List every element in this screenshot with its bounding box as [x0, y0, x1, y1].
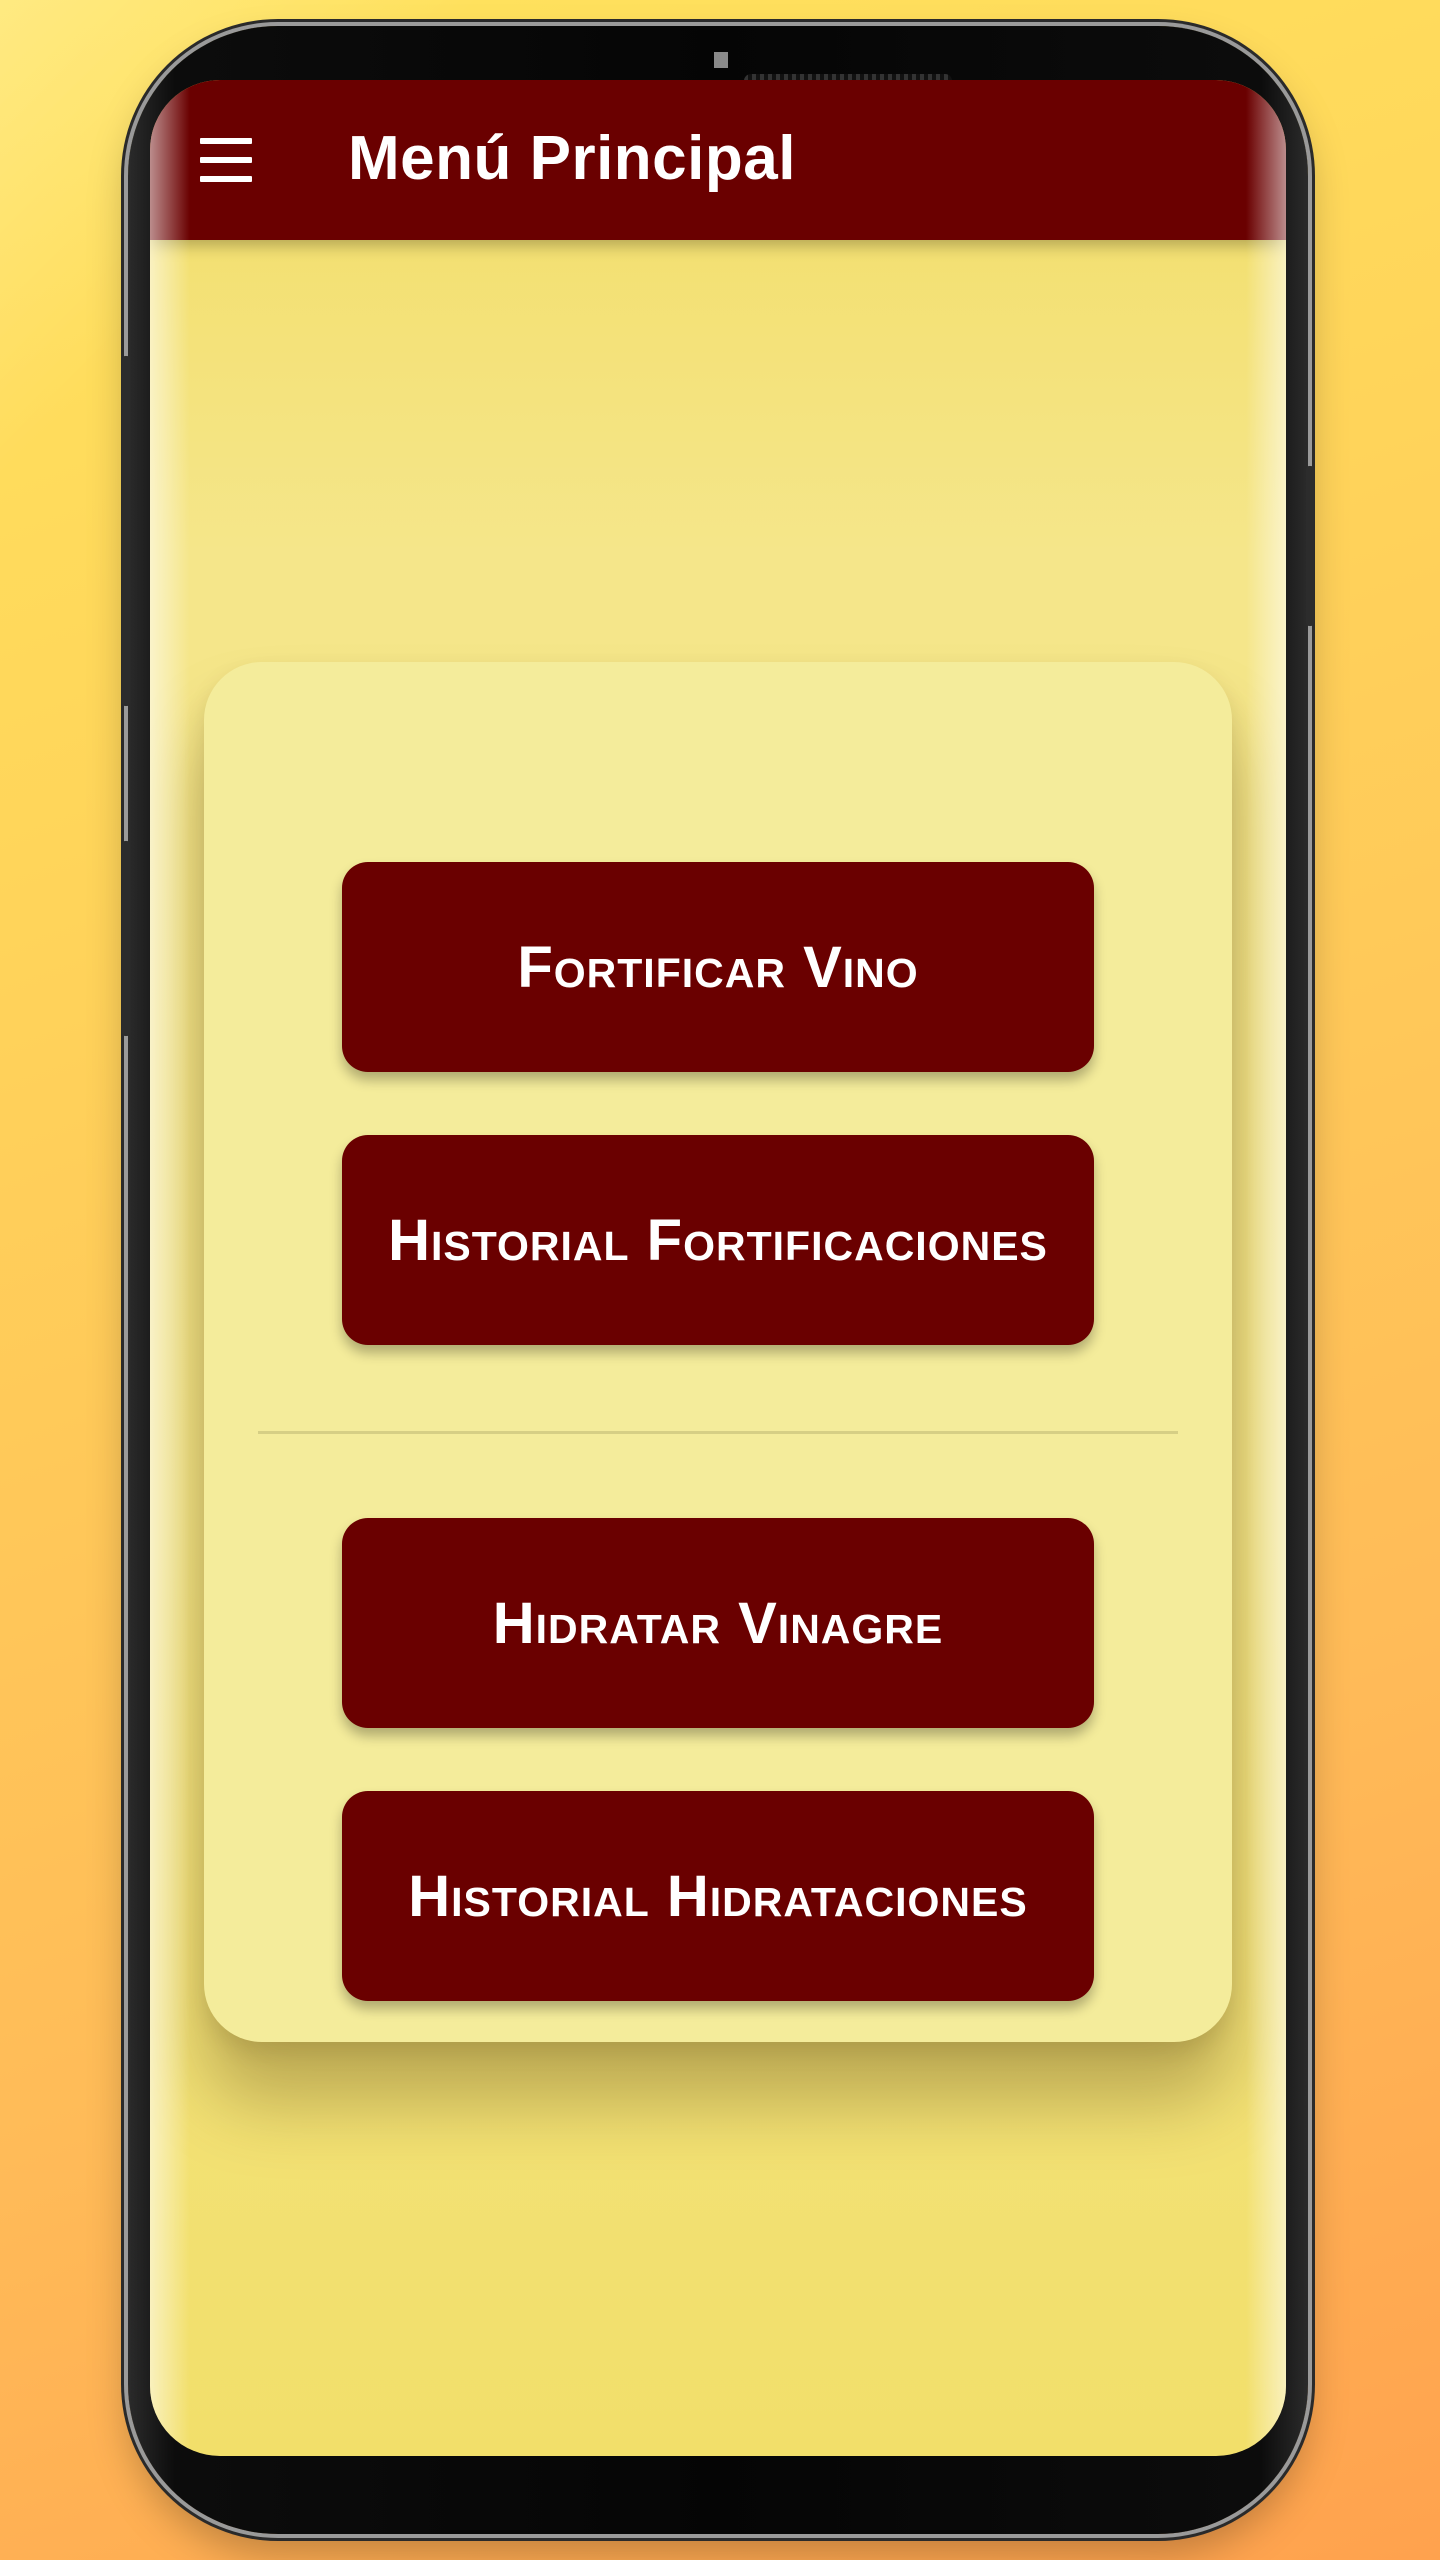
screen-edge-highlight-right [1246, 80, 1286, 2456]
phone-side-button-left-lower [122, 841, 130, 1036]
hydrate-vinegar-button[interactable]: Hidratar Vinagre [342, 1518, 1094, 1728]
hamburger-menu-icon[interactable] [200, 138, 254, 182]
main-menu-card: Fortificar Vino Historial Fortificacione… [204, 662, 1232, 2042]
app-bar: Menú Principal [150, 80, 1286, 240]
screen-edge-highlight-left [150, 80, 190, 2456]
phone-side-button-right [1306, 466, 1314, 626]
fortify-wine-button[interactable]: Fortificar Vino [342, 862, 1094, 1072]
phone-top-notch [714, 52, 728, 68]
page-title: Menú Principal [348, 124, 796, 193]
section-divider [258, 1431, 1178, 1434]
phone-side-button-left-upper [122, 356, 130, 706]
phone-screen: Menú Principal Fortificar Vino Historial… [150, 80, 1286, 2456]
fortification-history-button[interactable]: Historial Fortificaciones [342, 1135, 1094, 1345]
hydration-history-button[interactable]: Historial Hidrataciones [342, 1791, 1094, 2001]
